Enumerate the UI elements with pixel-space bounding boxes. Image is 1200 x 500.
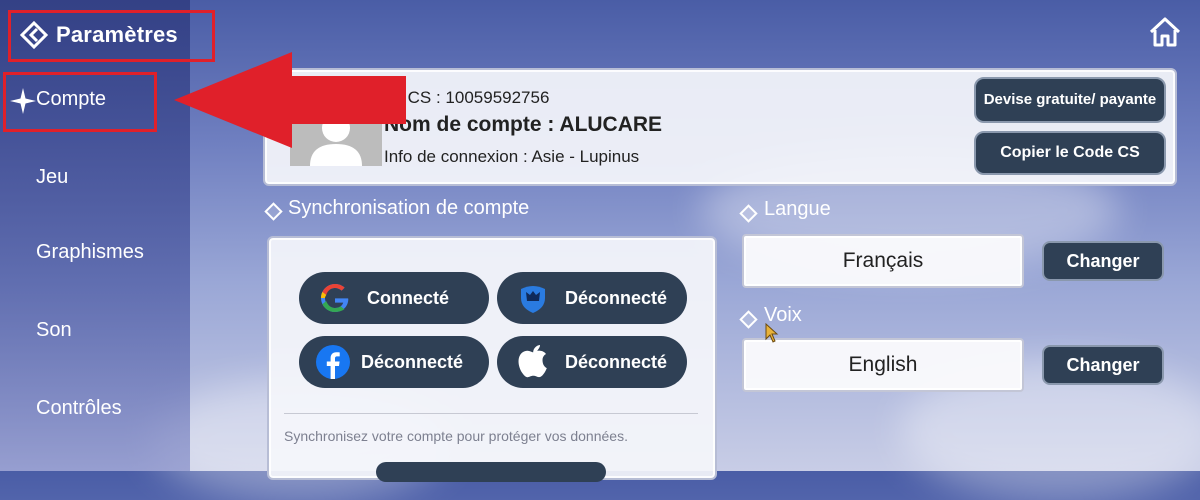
sync-status-label: Déconnecté (565, 287, 668, 308)
divider (284, 413, 698, 414)
currency-button[interactable]: Devise gratuite/ payante (974, 77, 1166, 123)
sidebar-item-jeu[interactable]: Jeu (36, 166, 68, 189)
home-icon[interactable] (1148, 16, 1182, 48)
sync-status-label: Déconnecté (565, 351, 668, 372)
google-sync-button[interactable]: Connecté (299, 272, 489, 324)
page-title: Paramètres (56, 22, 178, 47)
sync-note: Synchronisez votre compte pour protéger … (284, 428, 628, 444)
shield-sync-button[interactable]: Déconnecté (497, 272, 687, 324)
apple-icon (515, 344, 551, 380)
copy-cs-code-button[interactable]: Copier le Code CS (974, 131, 1166, 175)
sync-action-button[interactable] (376, 462, 606, 482)
account-name: Nom de compte : ALUCARE (384, 113, 663, 136)
sparkle-icon (10, 88, 36, 114)
sync-status-label: Connecté (367, 287, 450, 308)
sidebar-item-son[interactable]: Son (36, 319, 72, 342)
back-icon[interactable] (20, 21, 48, 49)
language-value: Français (742, 234, 1024, 288)
mouse-cursor-icon (765, 323, 779, 343)
change-language-button[interactable]: Changer (1042, 241, 1164, 281)
sync-status-label: Déconnecté (361, 351, 464, 372)
facebook-sync-button[interactable]: Déconnecté (299, 336, 489, 388)
red-arrow-annotation (174, 52, 406, 148)
login-info: Info de connexion : Asie - Lupinus (384, 147, 640, 166)
shield-logo-icon (515, 280, 551, 316)
apple-sync-button[interactable]: Déconnecté (497, 336, 687, 388)
sidebar-item-controles[interactable]: Contrôles (36, 397, 122, 420)
section-bullet-icon (264, 202, 283, 221)
change-voice-button[interactable]: Changer (1042, 345, 1164, 385)
facebook-icon (315, 344, 351, 380)
language-section-title: Langue (764, 198, 831, 220)
sidebar-item-graphismes[interactable]: Graphismes (36, 241, 144, 264)
voice-value: English (742, 338, 1024, 392)
sync-section-title: Synchronisation de compte (288, 197, 530, 219)
google-icon (317, 280, 353, 316)
sidebar-item-compte[interactable]: Compte (36, 88, 106, 111)
section-bullet-icon (739, 310, 758, 329)
